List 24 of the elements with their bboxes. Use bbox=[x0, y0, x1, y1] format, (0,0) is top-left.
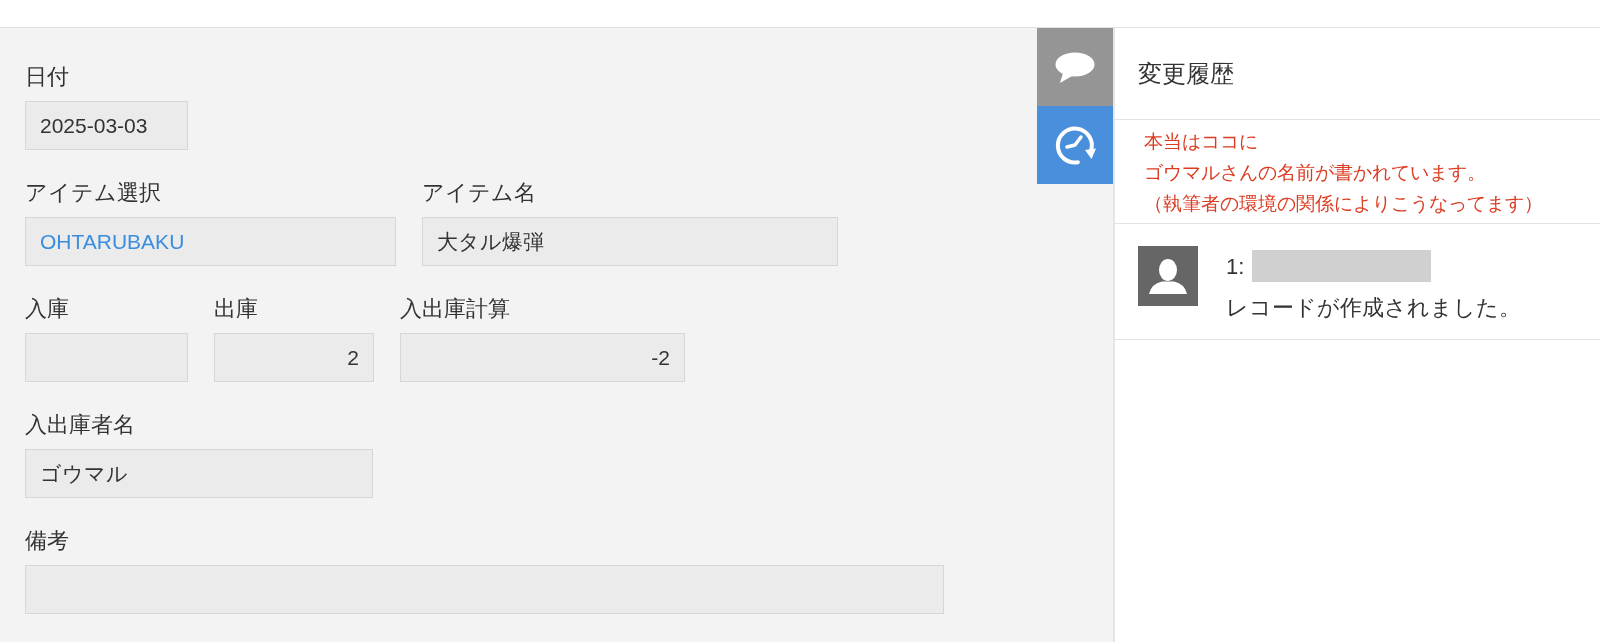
annotation-note: 本当はココに ゴウマルさんの名前が書かれています。 （執筆者の環境の関係によりこうなってます） bbox=[1144, 130, 1543, 216]
text-field[interactable]: ゴウマル bbox=[25, 449, 373, 498]
field-label: 日付 bbox=[25, 64, 69, 90]
user-avatar-icon bbox=[1138, 246, 1198, 306]
comments-tab[interactable] bbox=[1037, 28, 1113, 106]
field-label: 入庫 bbox=[25, 296, 69, 322]
number-field[interactable]: 2 bbox=[214, 333, 374, 382]
field-label: 出庫 bbox=[214, 296, 258, 322]
text-field[interactable]: 大タル爆弾 bbox=[422, 217, 838, 266]
field-label: 入出庫者名 bbox=[25, 412, 135, 438]
entry-number: 1: bbox=[1226, 252, 1245, 281]
panel-title: 変更履歴 bbox=[1138, 58, 1234, 89]
date-field[interactable]: 2025-03-03 bbox=[25, 101, 188, 150]
field-label: アイテム名 bbox=[422, 180, 536, 206]
field-label: 入出庫計算 bbox=[400, 296, 510, 322]
history-tab[interactable] bbox=[1037, 106, 1113, 184]
field-label: アイテム選択 bbox=[25, 180, 161, 206]
field-label: 備考 bbox=[25, 528, 69, 554]
number-field[interactable] bbox=[25, 333, 188, 382]
clock-arrow-icon bbox=[1054, 124, 1096, 166]
number-field[interactable]: -2 bbox=[400, 333, 685, 382]
entry-message: レコードが作成されました。 bbox=[1226, 294, 1521, 322]
note-field[interactable] bbox=[25, 565, 944, 614]
speech-bubble-icon bbox=[1055, 51, 1095, 83]
